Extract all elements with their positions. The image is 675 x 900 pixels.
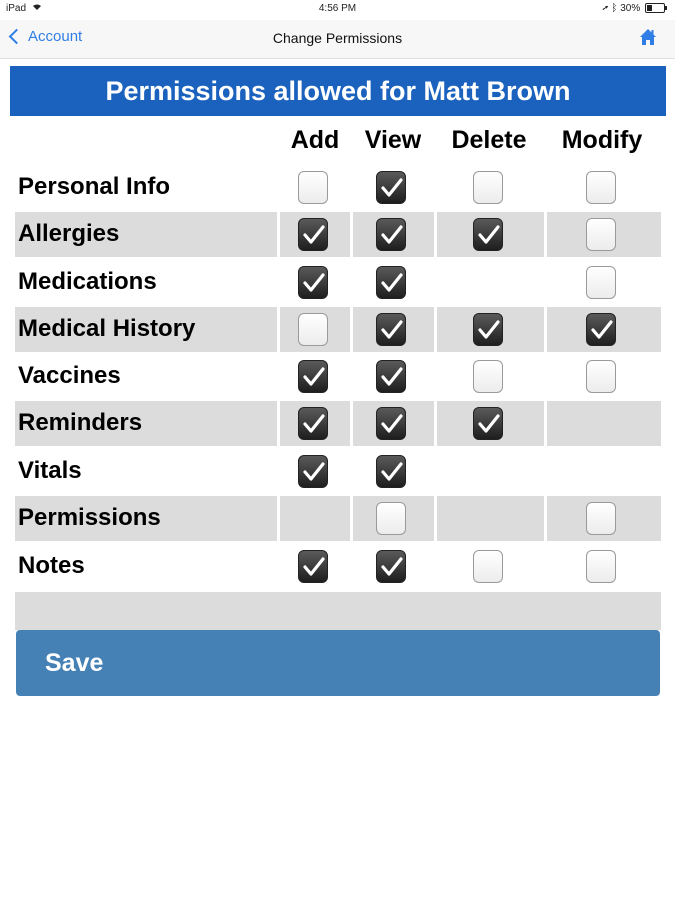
checkbox-personal-info-delete[interactable] [473, 171, 503, 204]
row-label: Notes [18, 552, 85, 579]
checkbox-vitals-view[interactable] [376, 455, 406, 488]
row-label: Vaccines [18, 362, 121, 389]
checkbox-permissions-view[interactable] [376, 502, 406, 535]
home-icon[interactable] [639, 28, 657, 46]
column-header-modify: Modify [561, 126, 643, 154]
checkbox-medical-history-add[interactable] [298, 313, 328, 346]
checkbox-vitals-add[interactable] [298, 455, 328, 488]
checkbox-notes-delete[interactable] [473, 550, 503, 583]
permission-row-notes: Notes [15, 544, 661, 589]
checkbox-reminders-view[interactable] [376, 407, 406, 440]
row-label: Allergies [18, 220, 120, 247]
checkbox-allergies-add[interactable] [298, 218, 328, 251]
checkbox-notes-view[interactable] [376, 550, 406, 583]
checkbox-vaccines-delete[interactable] [473, 360, 503, 393]
save-button[interactable]: Save [16, 630, 660, 696]
checkbox-medical-history-delete[interactable] [473, 313, 503, 346]
checkbox-allergies-view[interactable] [376, 218, 406, 251]
checkbox-medical-history-modify[interactable] [586, 313, 616, 346]
row-label: Medical History [18, 315, 196, 342]
permissions-banner: Permissions allowed for Matt Brown [10, 66, 666, 116]
row-label: Personal Info [18, 173, 171, 200]
footer-strip [15, 592, 661, 630]
checkbox-personal-info-add[interactable] [298, 171, 328, 204]
checkbox-notes-modify[interactable] [586, 550, 616, 583]
permission-row-personal-info: Personal Info [15, 165, 661, 210]
checkbox-medications-add[interactable] [298, 266, 328, 299]
checkbox-vaccines-add[interactable] [298, 360, 328, 393]
column-header-view: View [364, 126, 422, 154]
checkbox-vaccines-view[interactable] [376, 360, 406, 393]
bluetooth-icon: ᛒ [611, 3, 618, 14]
permission-row-vitals: Vitals [15, 449, 661, 494]
row-stripe [280, 496, 350, 541]
checkbox-personal-info-view[interactable] [376, 171, 406, 204]
checkbox-allergies-delete[interactable] [473, 218, 503, 251]
status-bar: iPad 4:56 PM ➚ ᛒ 30% [0, 0, 675, 20]
checkbox-reminders-add[interactable] [298, 407, 328, 440]
battery-icon [645, 3, 665, 14]
row-label: Medications [18, 268, 157, 295]
location-arrow-icon: ➚ [602, 3, 609, 14]
permission-row-allergies: Allergies [15, 212, 661, 257]
row-label: Reminders [18, 409, 143, 436]
page-title: Change Permissions [272, 30, 403, 46]
checkbox-notes-add[interactable] [298, 550, 328, 583]
checkbox-personal-info-modify[interactable] [586, 171, 616, 204]
checkbox-medications-view[interactable] [376, 266, 406, 299]
checkbox-permissions-modify[interactable] [586, 502, 616, 535]
battery-tip [665, 6, 667, 11]
navigation-bar: Account Change Permissions [0, 20, 675, 59]
row-stripe [437, 496, 544, 541]
permission-row-medications: Medications [15, 260, 661, 305]
status-time: 4:56 PM [318, 3, 357, 14]
permission-row-permissions: Permissions [15, 496, 661, 541]
checkbox-reminders-delete[interactable] [473, 407, 503, 440]
row-label: Vitals [18, 457, 82, 484]
checkbox-medical-history-view[interactable] [376, 313, 406, 346]
column-header-delete: Delete [451, 126, 527, 154]
row-stripe [547, 401, 661, 446]
checkbox-medications-modify[interactable] [586, 266, 616, 299]
battery-percent: 30% [620, 3, 641, 14]
checkbox-allergies-modify[interactable] [586, 218, 616, 251]
permission-row-vaccines: Vaccines [15, 354, 661, 399]
permission-row-reminders: Reminders [15, 401, 661, 446]
checkbox-vaccines-modify[interactable] [586, 360, 616, 393]
status-right: ➚ ᛒ 30% [603, 3, 667, 14]
row-label: Permissions [18, 504, 161, 531]
permission-row-medical-history: Medical History [15, 307, 661, 352]
